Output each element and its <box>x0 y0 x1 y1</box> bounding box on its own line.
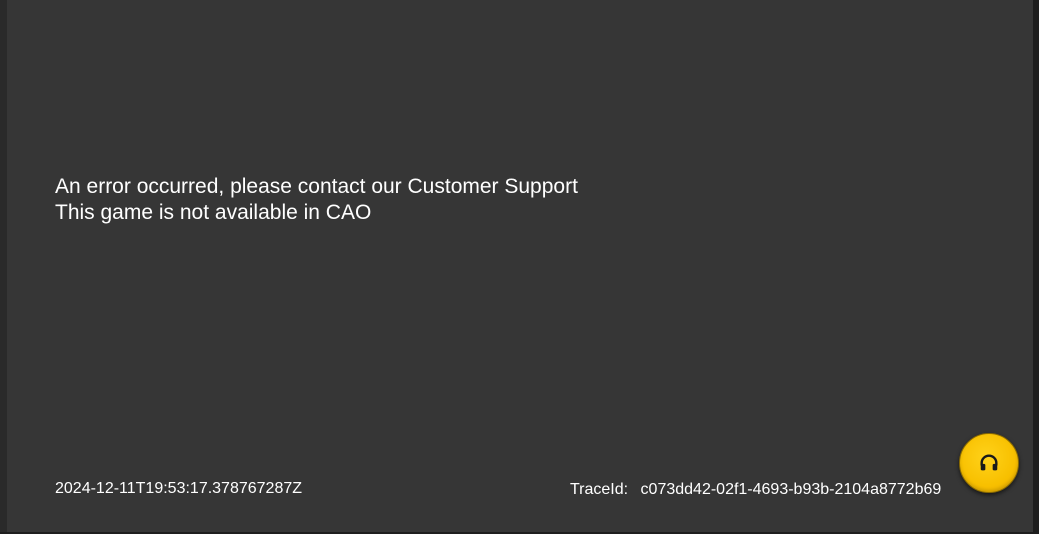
right-edge <box>1033 0 1039 534</box>
headphones-icon <box>978 452 1000 474</box>
trace-label: TraceId: <box>570 481 629 498</box>
error-screen <box>7 0 1033 532</box>
error-timestamp: 2024-12-11T19:53:17.378767287Z <box>55 480 303 497</box>
trace-info: TraceId: c073dd42-02f1-4693-b93b-2104a87… <box>570 481 941 499</box>
error-message: An error occurred, please contact our Cu… <box>55 174 578 226</box>
error-line-support: An error occurred, please contact our Cu… <box>55 175 578 198</box>
error-line-availability: This game is not available in CAO <box>55 201 372 224</box>
trace-id: c073dd42-02f1-4693-b93b-2104a8772b69 <box>640 481 942 498</box>
left-edge <box>0 0 7 534</box>
customer-support-button[interactable] <box>959 433 1019 493</box>
